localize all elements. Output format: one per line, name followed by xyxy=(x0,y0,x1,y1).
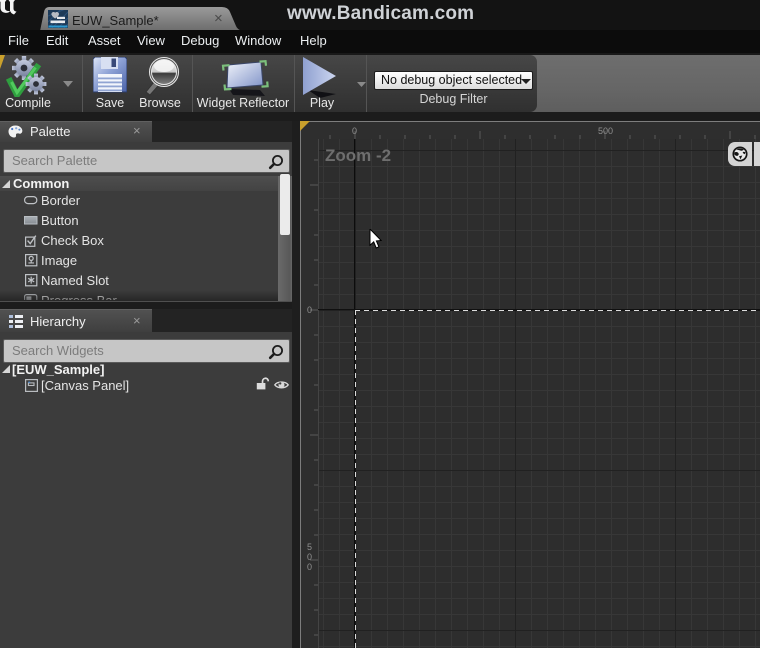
svg-text:0: 0 xyxy=(307,552,312,562)
svg-text:0: 0 xyxy=(307,562,312,572)
svg-text:0: 0 xyxy=(307,305,312,315)
svg-text:500: 500 xyxy=(598,126,613,136)
svg-text:0: 0 xyxy=(352,126,357,136)
svg-text:5: 5 xyxy=(307,542,312,552)
